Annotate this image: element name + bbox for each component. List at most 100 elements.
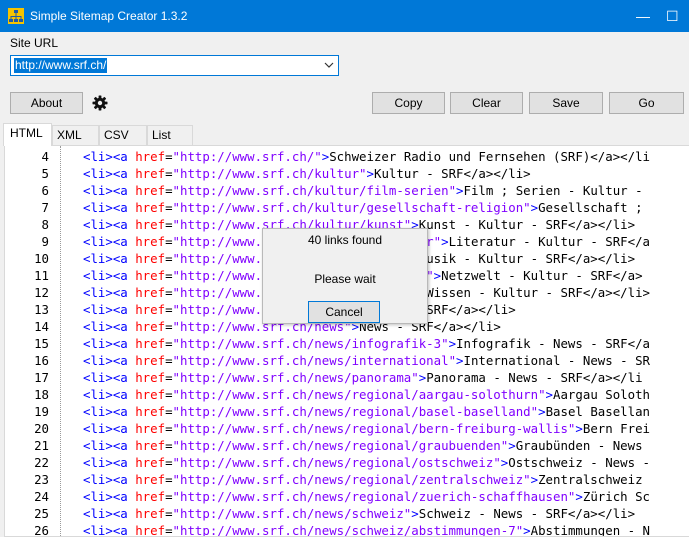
code-text: <li><a href="http://www.srf.ch/kultur">K… [83,165,531,182]
cancel-button[interactable]: Cancel [308,301,380,323]
line-number: 19 [34,404,49,419]
line-number: 20 [34,421,49,436]
html-tag: <li><a [83,421,136,436]
link-text: Abstimmungen - N [530,523,650,537]
html-tag: <li><a [83,183,136,198]
href-value: http://www.srf.ch/news/regional/basel-ba… [180,404,531,419]
html-tag: <li><a [83,234,136,249]
line-number: 10 [34,251,49,266]
html-attr: href [135,455,166,470]
quote: " [172,523,180,537]
html-tag: <li><a [83,336,136,351]
html-tag: <li><a [83,387,136,402]
line-number: 17 [34,370,49,385]
html-tag: <li><a [83,472,136,487]
copy-button[interactable]: Copy [372,92,445,114]
code-line: 6 <li><a href="http://www.srf.ch/kultur/f… [5,182,689,199]
minimize-button[interactable]: — [620,0,666,32]
link-text: Film ; Serien - Kultur - [463,183,643,198]
html-equals: = [165,319,173,334]
html-output-editor[interactable]: 4 <li><a href="http://www.srf.ch/">Schwei… [4,145,689,537]
html-equals: = [165,149,173,164]
html-equals: = [165,523,173,537]
link-text: Zentralschweiz [538,472,643,487]
line-number: 5 [41,166,49,181]
chevron-down-icon[interactable] [324,61,334,69]
maximize-button[interactable]: ☐ [666,0,689,32]
html-tag: <li><a [83,438,136,453]
code-line: 24 <li><a href="http://www.srf.ch/news/re… [5,488,689,505]
quote: " [523,472,531,487]
tab-list[interactable]: List [147,125,193,145]
link-text: Infografik - News - SRF</a [456,336,650,351]
code-text: <li><a href="http://www.srf.ch/kultur/ge… [83,199,643,216]
link-text: Aargau Soloth [553,387,650,402]
html-tag: <li><a [83,489,136,504]
html-tag: <li><a [83,166,136,181]
html-equals: = [165,336,173,351]
link-text: Netzwelt - Kultur - SRF</a> [441,268,643,283]
link-text: Musik - Kultur - SRF</a></li> [418,251,636,266]
link-text: Ostschweiz - News - [508,455,650,470]
code-line: 15 <li><a href="http://www.srf.ch/news/in… [5,335,689,352]
html-attr: href [135,234,166,249]
dialog-message: Please wait [314,272,376,286]
site-url-combobox[interactable]: http://www.srf.ch/ [10,55,339,76]
line-number: 22 [34,455,49,470]
line-number: 16 [34,353,49,368]
html-equals: = [165,438,173,453]
site-url-label: Site URL [10,36,59,50]
link-text: Schweiz - News - SRF</a></li> [418,506,636,521]
dialog-title: 40 links found [307,233,383,247]
clear-button[interactable]: Clear [450,92,523,114]
html-equals: = [165,166,173,181]
tab-html[interactable]: HTML [3,123,52,146]
html-attr: href [135,438,166,453]
code-line: 26 <li><a href="http://www.srf.ch/news/sc… [5,522,689,537]
html-attr: href [135,387,166,402]
quote: " [538,387,546,402]
quote: " [172,183,180,198]
html-equals: = [165,268,173,283]
link-text: Zürich Sc [582,489,650,504]
go-button[interactable]: Go [609,92,684,114]
quote: " [172,370,180,385]
html-equals: = [165,217,173,232]
html-attr: href [135,166,166,181]
html-equals: = [165,353,173,368]
quote: " [441,336,449,351]
html-tag: <li><a [83,217,136,232]
html-attr: href [135,268,166,283]
html-equals: = [165,200,173,215]
save-button[interactable]: Save [529,92,603,114]
link-text: Kultur - SRF</a></li> [373,166,531,181]
site-url-value[interactable]: http://www.srf.ch/ [14,58,108,73]
html-equals: = [165,506,173,521]
quote: " [172,455,180,470]
html-tag: > [441,234,449,249]
html-attr: href [135,251,166,266]
line-number: 24 [34,489,49,504]
title-bar: Simple Sitemap Creator 1.3.2 — ☐ [0,0,689,32]
html-attr: href [135,404,166,419]
html-tag: <li><a [83,455,136,470]
link-text: Gesellschaft ; [538,200,643,215]
html-tag: <li><a [83,149,136,164]
html-tag: > [530,200,539,215]
code-text: <li><a href="http://www.srf.ch/news/info… [83,335,650,352]
tab-xml[interactable]: XML [52,125,99,145]
code-line: 21 <li><a href="http://www.srf.ch/news/re… [5,437,689,454]
html-tag: > [508,438,516,453]
html-equals: = [165,251,173,266]
code-line: 5 <li><a href="http://www.srf.ch/kultur">… [5,165,689,182]
tab-csv[interactable]: CSV [99,125,147,145]
code-text: <li><a href="http://www.srf.ch/news/regi… [83,437,643,454]
gear-icon[interactable] [92,95,108,111]
html-equals: = [165,455,173,470]
href-value: http://www.srf.ch/news/regional/ostschwe… [180,455,494,470]
quote: " [172,404,180,419]
about-button[interactable]: About [10,92,83,114]
line-number: 23 [34,472,49,487]
href-value: http://www.srf.ch/news/regional/bern-fre… [180,421,568,436]
html-attr: href [135,149,166,164]
